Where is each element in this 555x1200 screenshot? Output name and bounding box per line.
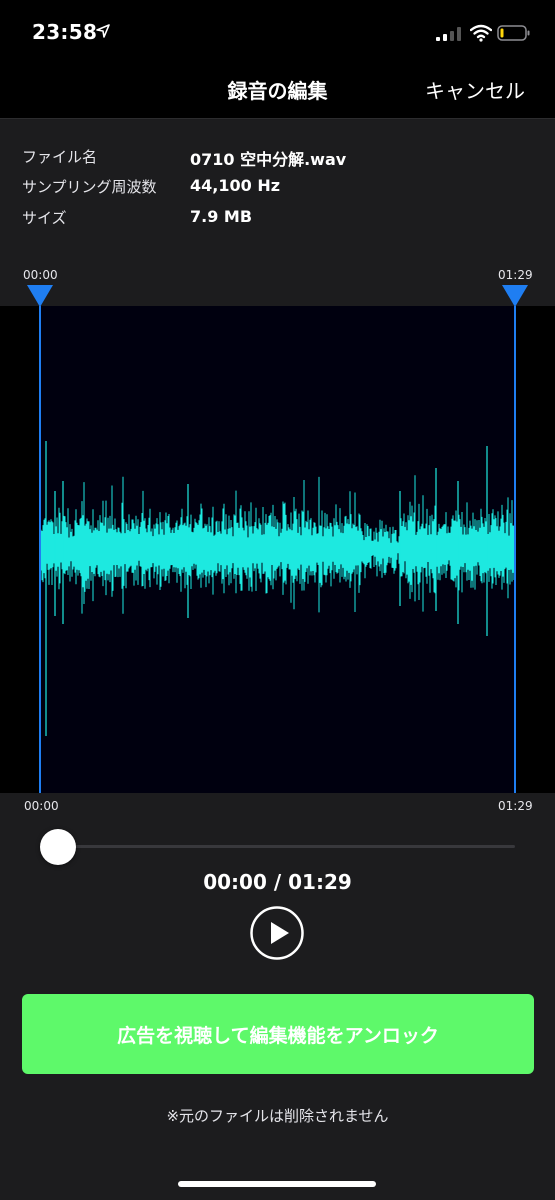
unlock-editing-button[interactable]: 広告を視聴して編集機能をアンロック bbox=[22, 994, 534, 1074]
sample-rate-value: 44,100 Hz bbox=[190, 176, 281, 195]
trim-start-handle[interactable] bbox=[27, 285, 53, 307]
trim-end-time: 01:29 bbox=[498, 268, 533, 282]
status-time: 23:58 bbox=[32, 20, 98, 44]
unlock-editing-label: 広告を視聴して編集機能をアンロック bbox=[117, 1024, 439, 1047]
playback-timecode: 00:00 / 01:29 bbox=[203, 870, 352, 894]
waveform-end-time: 01:29 bbox=[498, 799, 533, 813]
waveform-start-time: 00:00 bbox=[24, 799, 59, 813]
file-size-value: 7.9 MB bbox=[190, 207, 253, 226]
file-info-panel: ファイル名 0710 空中分解.wav サンプリング周波数 44,100 Hz … bbox=[0, 119, 555, 307]
playback-slider-track[interactable] bbox=[58, 845, 515, 848]
wifi-icon bbox=[470, 24, 492, 42]
cancel-button[interactable]: キャンセル bbox=[425, 75, 525, 104]
status-bar: 23:58 bbox=[0, 0, 555, 66]
cellular-signal-icon bbox=[436, 27, 461, 41]
battery-low-icon bbox=[497, 25, 530, 41]
play-icon bbox=[271, 922, 289, 944]
location-arrow-icon bbox=[96, 24, 110, 38]
waveform-graph bbox=[39, 306, 516, 793]
file-name-value: 0710 空中分解.wav bbox=[190, 150, 347, 169]
file-name-label: ファイル名 bbox=[22, 148, 98, 166]
sample-rate-label: サンプリング周波数 bbox=[22, 178, 157, 196]
trim-end-handle[interactable] bbox=[502, 285, 528, 307]
home-indicator[interactable] bbox=[178, 1181, 376, 1187]
original-file-note: ※元のファイルは削除されません bbox=[166, 1107, 389, 1125]
play-button[interactable] bbox=[250, 906, 304, 960]
file-size-label: サイズ bbox=[22, 209, 67, 227]
navigation-bar: 録音の編集 キャンセル bbox=[0, 66, 555, 119]
trim-start-time: 00:00 bbox=[23, 268, 58, 282]
playback-slider-thumb[interactable] bbox=[40, 829, 76, 865]
waveform-editor[interactable] bbox=[0, 306, 555, 793]
